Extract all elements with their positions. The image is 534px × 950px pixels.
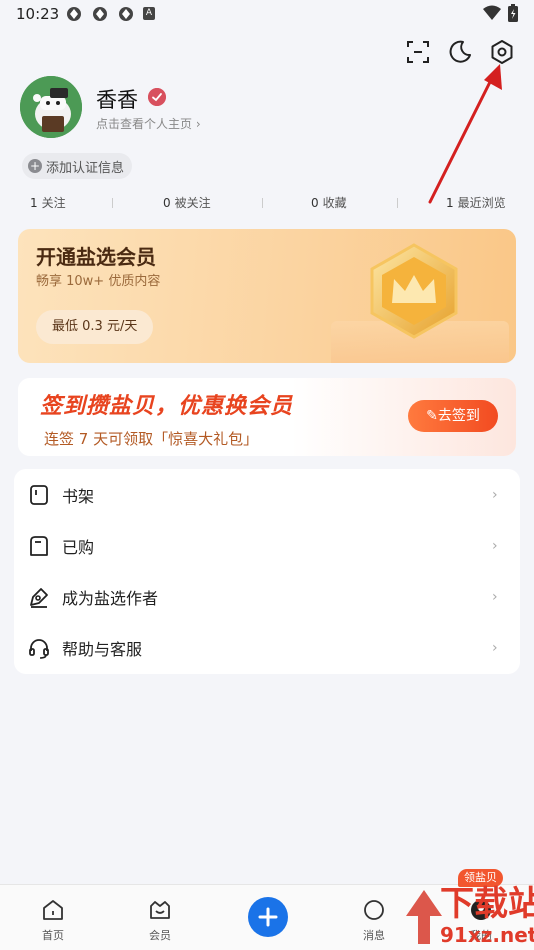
watermark: 下载站 91xz.net	[400, 880, 534, 950]
vip-card[interactable]: 开通盐选会员 畅享 10w+ 优质内容 最低 0.3 元/天	[18, 229, 516, 363]
add-cert-label: 添加认证信息	[46, 160, 125, 176]
stat-num: 0	[163, 196, 171, 210]
sign-in-button[interactable]: ✎去签到	[408, 400, 498, 432]
status-bar: 10:23 A	[0, 0, 534, 28]
annotation-arrow-icon	[428, 64, 502, 204]
verified-badge-icon	[148, 88, 166, 106]
stat-following[interactable]: 1 关注	[30, 194, 66, 211]
menu-label: 帮助与客服	[62, 639, 143, 659]
nav-message[interactable]: 消息	[344, 885, 404, 950]
divider	[397, 198, 398, 208]
chevron-right-icon: ›	[492, 537, 498, 554]
message-icon	[364, 900, 384, 920]
menu-item-become-author[interactable]: 成为盐选作者 ›	[14, 571, 520, 622]
menu-item-purchased[interactable]: 已购 ›	[14, 520, 520, 571]
plus-icon: +	[28, 159, 42, 173]
stat-followers[interactable]: 0 被关注	[163, 194, 211, 211]
stat-num: 1	[30, 196, 38, 210]
notification-icon	[93, 7, 107, 21]
plus-icon	[258, 907, 278, 927]
crown-badge-icon	[370, 243, 458, 339]
stat-label: 被关注	[174, 196, 211, 210]
vip-title: 开通盐选会员	[36, 245, 156, 269]
chevron-right-icon: ›	[492, 639, 498, 656]
notification-icon	[119, 7, 133, 21]
chevron-right-icon: ›	[492, 486, 498, 503]
pen-icon	[30, 587, 48, 608]
app-notification-icon: A	[143, 7, 155, 20]
bookshelf-icon	[30, 484, 48, 505]
notification-icon	[67, 7, 81, 21]
create-button[interactable]	[248, 897, 288, 937]
pencil-icon: ✎	[426, 408, 438, 424]
username[interactable]: 香香	[96, 84, 138, 114]
sign-in-title: 签到攒盐贝，优惠换会员	[40, 394, 294, 419]
nav-vip[interactable]: 会员	[130, 885, 190, 950]
stat-label: 最近浏览	[457, 196, 506, 210]
avatar-image	[20, 76, 82, 138]
menu-label: 已购	[62, 537, 95, 557]
nav-home[interactable]: 首页	[23, 885, 83, 950]
status-time: 10:23	[16, 5, 60, 23]
watermark-text: 下载站	[440, 884, 534, 924]
sign-in-card[interactable]: 签到攒盐贝，优惠换会员 连签 7 天可领取「惊喜大礼包」 ✎去签到	[18, 378, 516, 456]
sign-in-button-label: 去签到	[437, 408, 480, 424]
wifi-icon	[483, 5, 501, 20]
sign-in-subtitle: 连签 7 天可领取「惊喜大礼包」	[44, 430, 259, 448]
purchased-icon	[30, 535, 48, 556]
menu-item-help[interactable]: 帮助与客服 ›	[14, 622, 520, 673]
stat-label: 收藏	[322, 196, 347, 210]
stat-num: 1	[446, 196, 454, 210]
menu-label: 书架	[62, 486, 95, 506]
nav-label: 首页	[42, 929, 64, 942]
chevron-right-icon: ›	[492, 588, 498, 605]
stat-num: 0	[311, 196, 319, 210]
home-icon	[43, 900, 63, 920]
divider	[262, 198, 263, 208]
avatar[interactable]	[20, 76, 82, 138]
stat-favorites[interactable]: 0 收藏	[311, 194, 347, 211]
add-cert-button[interactable]: + 添加认证信息	[22, 153, 133, 179]
nav-label: 会员	[149, 929, 171, 942]
menu-item-bookshelf[interactable]: 书架 ›	[14, 469, 520, 520]
stat-recent[interactable]: 1 最近浏览	[446, 194, 506, 211]
headset-icon	[29, 638, 49, 659]
nav-label: 消息	[363, 929, 385, 942]
vip-subtitle: 畅享 10w+ 优质内容	[36, 274, 161, 289]
watermark-url: 91xz.net	[440, 923, 534, 947]
menu-label: 成为盐选作者	[62, 588, 159, 608]
divider	[112, 198, 113, 208]
stat-label: 关注	[41, 196, 66, 210]
profile-link[interactable]: 点击查看个人主页 ›	[96, 115, 201, 132]
vip-icon	[150, 901, 170, 919]
menu-list: 书架 › 已购 › 成为盐选作者 › 帮助与客服 ›	[14, 469, 520, 674]
vip-price-button[interactable]: 最低 0.3 元/天	[36, 310, 154, 344]
battery-icon	[508, 4, 518, 22]
